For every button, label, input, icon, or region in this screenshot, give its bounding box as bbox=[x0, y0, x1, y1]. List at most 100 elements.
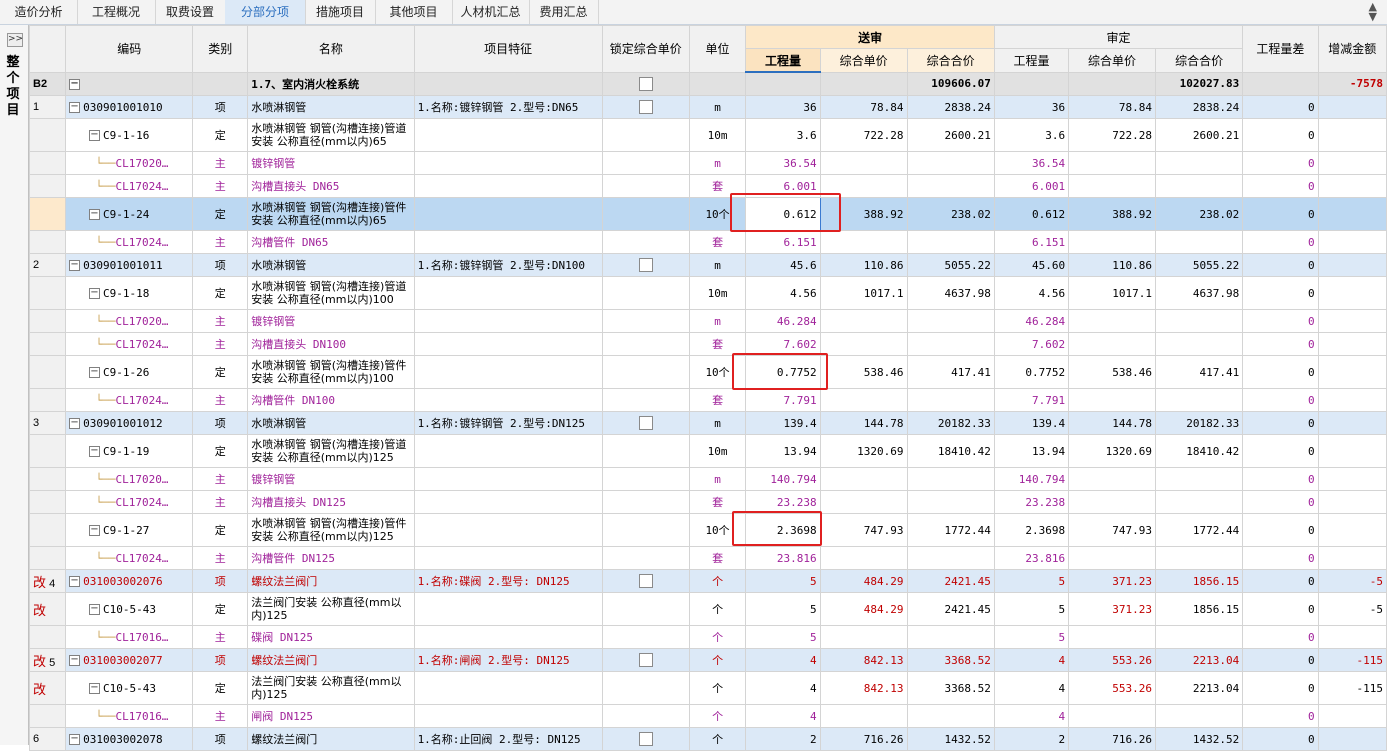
approve-uprice-cell[interactable]: 371.23 bbox=[1068, 592, 1156, 626]
code-cell[interactable]: └──CL17024… bbox=[65, 490, 194, 514]
approve-qty-cell[interactable]: 45.60 bbox=[993, 253, 1070, 277]
lock-checkbox[interactable] bbox=[638, 76, 653, 91]
send-uprice-cell[interactable] bbox=[819, 309, 908, 333]
approve-uprice-cell[interactable] bbox=[1068, 490, 1156, 514]
collapse-icon[interactable]: − bbox=[69, 78, 81, 90]
table-row[interactable]: └──CL17024… 主沟槽管件 DN125 套 23.816 23.816 0 bbox=[28, 546, 1387, 570]
feature-cell[interactable]: 1.名称:镀锌钢管 2.型号:DN65 bbox=[413, 95, 603, 119]
send-qty-cell[interactable]: 2 bbox=[745, 727, 821, 751]
name-cell[interactable]: 水喷淋钢管 bbox=[247, 253, 415, 277]
table-row[interactable]: └──CL17024… 主沟槽直接头 DN100 套 7.602 7.602 0 bbox=[28, 332, 1387, 356]
send-uprice-cell[interactable]: 716.26 bbox=[819, 727, 908, 751]
name-cell[interactable]: 闸阀 DN125 bbox=[247, 704, 415, 728]
approve-uprice-cell[interactable]: 553.26 bbox=[1068, 648, 1156, 672]
table-row[interactable]: 3−030901001012 项水喷淋钢管 1.名称:镀锌钢管 2.型号:DN125… bbox=[28, 411, 1387, 435]
send-uprice-cell[interactable] bbox=[819, 174, 908, 198]
approve-qty-cell[interactable]: 139.4 bbox=[993, 411, 1070, 435]
approve-qty-cell[interactable]: 6.151 bbox=[993, 230, 1070, 254]
feature-cell[interactable] bbox=[413, 513, 603, 547]
collapse-icon[interactable]: − bbox=[69, 576, 81, 587]
approve-qty-cell[interactable]: 3.6 bbox=[993, 118, 1070, 152]
send-uprice-cell[interactable] bbox=[819, 71, 908, 96]
approve-qty-cell[interactable]: 36.54 bbox=[993, 151, 1070, 175]
send-qty-cell[interactable]: 6.001 bbox=[745, 174, 821, 198]
approve-qty-cell[interactable]: 140.794 bbox=[993, 467, 1070, 491]
table-row[interactable]: └──CL17024… 主沟槽直接头 DN125 套 23.238 23.238 0 bbox=[28, 490, 1387, 514]
send-uprice-cell[interactable] bbox=[819, 490, 908, 514]
name-cell[interactable]: 沟槽管件 DN125 bbox=[247, 546, 415, 570]
code-cell[interactable]: −030901001012 bbox=[65, 411, 194, 435]
code-cell[interactable]: − C9-1-16 bbox=[65, 118, 194, 152]
table-row[interactable]: └──CL17024… 主沟槽直接头 DN65 套 6.001 6.001 0 bbox=[28, 174, 1387, 198]
feature-cell[interactable] bbox=[413, 546, 603, 570]
name-cell[interactable]: 法兰阀门安装 公称直径(mm以内)125 bbox=[247, 671, 415, 705]
name-cell[interactable]: 螺纹法兰阀门 bbox=[247, 569, 415, 593]
header-incdec[interactable]: 增减金额 bbox=[1317, 25, 1387, 73]
send-qty-cell[interactable]: 7.791 bbox=[745, 388, 821, 412]
send-uprice-cell[interactable]: 110.86 bbox=[819, 253, 908, 277]
send-uprice-cell[interactable]: 144.78 bbox=[819, 411, 908, 435]
approve-uprice-cell[interactable]: 1320.69 bbox=[1068, 434, 1156, 468]
send-uprice-cell[interactable]: 388.92 bbox=[819, 197, 908, 231]
send-qty-cell[interactable]: 13.94 bbox=[745, 434, 821, 468]
approve-qty-cell[interactable]: 6.001 bbox=[993, 174, 1070, 198]
feature-cell[interactable] bbox=[413, 671, 603, 705]
send-uprice-cell[interactable] bbox=[819, 546, 908, 570]
collapse-icon[interactable]: − bbox=[88, 446, 100, 457]
send-qty-cell[interactable]: 0.612 bbox=[745, 197, 821, 231]
approve-uprice-cell[interactable] bbox=[1068, 704, 1156, 728]
send-uprice-cell[interactable]: 1017.1 bbox=[819, 276, 908, 310]
approve-qty-cell[interactable]: 5 bbox=[993, 569, 1070, 593]
header-approve-qty[interactable]: 工程量 bbox=[993, 48, 1070, 73]
name-cell[interactable]: 水喷淋钢管 钢管(沟槽连接)管道安装 公称直径(mm以内)65 bbox=[247, 118, 415, 152]
table-row[interactable]: 改 4−031003002076 项螺纹法兰阀门 1.名称:碟阀 2.型号: DN1… bbox=[28, 569, 1387, 593]
header-send-qty[interactable]: 工程量 bbox=[745, 48, 821, 73]
table-row[interactable]: − C9-1-24 定水喷淋钢管 钢管(沟槽连接)管件安装 公称直径(mm以内)65… bbox=[28, 197, 1387, 231]
approve-uprice-cell[interactable]: 1017.1 bbox=[1068, 276, 1156, 310]
code-cell[interactable]: └──CL17020… bbox=[65, 151, 194, 175]
approve-qty-cell[interactable]: 13.94 bbox=[993, 434, 1070, 468]
name-cell[interactable]: 镀锌钢管 bbox=[247, 309, 415, 333]
send-qty-cell[interactable]: 2.3698 bbox=[745, 513, 821, 547]
send-qty-cell[interactable]: 36 bbox=[745, 95, 821, 119]
send-qty-cell[interactable]: 3.6 bbox=[745, 118, 821, 152]
feature-cell[interactable]: 1.名称:碟阀 2.型号: DN125 bbox=[413, 569, 603, 593]
code-cell[interactable]: └──CL17024… bbox=[65, 546, 194, 570]
send-qty-cell[interactable]: 5 bbox=[745, 625, 821, 649]
name-cell[interactable]: 沟槽管件 DN100 bbox=[247, 388, 415, 412]
table-row[interactable]: └──CL17020… 主镀锌钢管 m 36.54 36.54 0 bbox=[28, 151, 1387, 175]
send-qty-cell[interactable]: 5 bbox=[745, 592, 821, 626]
feature-cell[interactable] bbox=[413, 625, 603, 649]
send-uprice-cell[interactable]: 842.13 bbox=[819, 671, 908, 705]
tab-6[interactable]: 人材机汇总 bbox=[452, 0, 530, 24]
approve-qty-cell[interactable]: 4 bbox=[993, 704, 1070, 728]
header-name[interactable]: 名称 bbox=[247, 25, 415, 73]
approve-uprice-cell[interactable] bbox=[1068, 174, 1156, 198]
send-qty-cell[interactable]: 23.238 bbox=[745, 490, 821, 514]
send-qty-cell[interactable] bbox=[745, 71, 821, 96]
approve-uprice-cell[interactable] bbox=[1068, 230, 1156, 254]
name-cell[interactable]: 螺纹法兰阀门 bbox=[247, 727, 415, 751]
approve-uprice-cell[interactable] bbox=[1068, 332, 1156, 356]
table-row[interactable]: 改 5−031003002077 项螺纹法兰阀门 1.名称:闸阀 2.型号: DN1… bbox=[28, 648, 1387, 672]
name-cell[interactable]: 法兰阀门安装 公称直径(mm以内)125 bbox=[247, 592, 415, 626]
header-unit[interactable]: 单位 bbox=[688, 25, 747, 73]
collapse-icon[interactable]: − bbox=[88, 288, 100, 299]
send-qty-cell[interactable]: 6.151 bbox=[745, 230, 821, 254]
send-qty-cell[interactable]: 23.816 bbox=[745, 546, 821, 570]
send-uprice-cell[interactable] bbox=[819, 625, 908, 649]
feature-cell[interactable] bbox=[413, 592, 603, 626]
name-cell[interactable]: 镀锌钢管 bbox=[247, 467, 415, 491]
table-row[interactable]: − C9-1-26 定水喷淋钢管 钢管(沟槽连接)管件安装 公称直径(mm以内)10… bbox=[28, 355, 1387, 389]
header-send-total[interactable]: 综合合价 bbox=[906, 48, 995, 73]
table-row[interactable]: 2−030901001011 项水喷淋钢管 1.名称:镀锌钢管 2.型号:DN100… bbox=[28, 253, 1387, 277]
send-uprice-cell[interactable]: 842.13 bbox=[819, 648, 908, 672]
name-cell[interactable]: 水喷淋钢管 钢管(沟槽连接)管件安装 公称直径(mm以内)125 bbox=[247, 513, 415, 547]
collapse-icon[interactable]: − bbox=[88, 209, 100, 220]
feature-cell[interactable]: 1.名称:止回阀 2.型号: DN125 bbox=[413, 727, 603, 751]
approve-qty-cell[interactable]: 36 bbox=[993, 95, 1070, 119]
table-row[interactable]: − C9-1-18 定水喷淋钢管 钢管(沟槽连接)管道安装 公称直径(mm以内)10… bbox=[28, 276, 1387, 310]
name-cell[interactable]: 沟槽管件 DN65 bbox=[247, 230, 415, 254]
table-row[interactable]: └──CL17024… 主沟槽管件 DN65 套 6.151 6.151 0 bbox=[28, 230, 1387, 254]
approve-qty-cell[interactable]: 5 bbox=[993, 625, 1070, 649]
